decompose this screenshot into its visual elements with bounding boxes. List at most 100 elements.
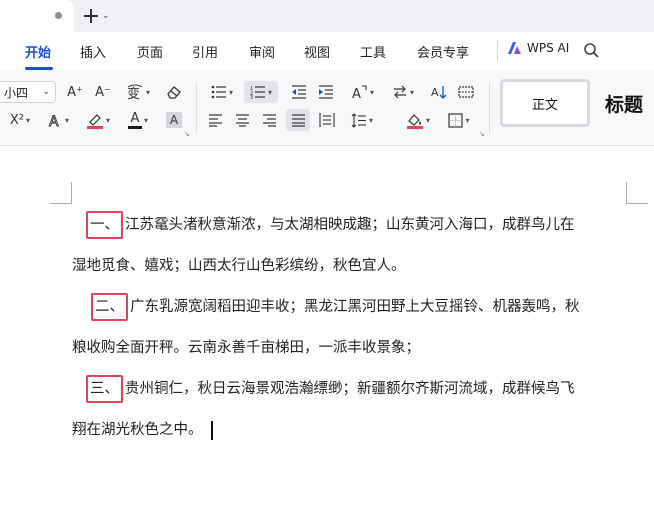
font-size-select[interactable]: 小四 ⌄ bbox=[0, 81, 56, 103]
document-canvas[interactable]: 一、 江苏鼋头渚秋意渐浓，与太湖相映成趣；山东黄河入海口，成群鸟儿在 湿地觅食、嬉… bbox=[0, 146, 654, 524]
menu-member[interactable]: 会员专享 bbox=[417, 42, 469, 61]
menu-references[interactable]: 引用 bbox=[192, 42, 218, 61]
wps-ai-button[interactable]: WPS AI bbox=[507, 41, 569, 55]
border-icon bbox=[448, 112, 464, 128]
paragraph[interactable]: 二、 广东乳源宽阔稻田迎丰收；黑龙江黑河田野上大豆摇铃、机器轰鸣，秋 粮收购全面开… bbox=[72, 287, 632, 369]
grow-font-icon: A⁺ bbox=[67, 84, 83, 100]
unsaved-dot-icon bbox=[55, 12, 62, 19]
grow-font-button[interactable]: A⁺ bbox=[64, 81, 86, 103]
highlighter-icon bbox=[86, 113, 103, 129]
char-shading-button[interactable]: A bbox=[164, 109, 184, 131]
list-number-marker: 二、 bbox=[91, 293, 128, 321]
ribbon-divider bbox=[196, 82, 197, 134]
caret-down-icon: ▾ bbox=[368, 115, 373, 125]
list-number-marker: 一、 bbox=[86, 211, 123, 239]
align-center-button[interactable] bbox=[232, 109, 252, 131]
char-shading-icon: A bbox=[166, 112, 182, 128]
shading-icon bbox=[406, 113, 423, 129]
justify-button[interactable] bbox=[286, 109, 310, 131]
menu-page[interactable]: 页面 bbox=[137, 42, 163, 61]
menu-insert[interactable]: 插入 bbox=[80, 42, 106, 61]
eraser-icon bbox=[167, 86, 181, 99]
borders-button[interactable]: ▾ bbox=[443, 109, 475, 131]
caret-down-icon: ▾ bbox=[26, 115, 31, 125]
numbered-list-icon: 1 2 3 bbox=[250, 86, 265, 99]
align-right-button[interactable] bbox=[259, 109, 279, 131]
menu-bar: 开始 插入 页面 引用 审阅 视图 工具 会员专享 WPS AI bbox=[0, 32, 654, 70]
menu-divider bbox=[497, 41, 498, 61]
style-heading[interactable]: 标题 bbox=[605, 90, 643, 117]
indent-button[interactable] bbox=[315, 81, 337, 103]
style-normal-label: 正文 bbox=[531, 97, 558, 113]
menu-view[interactable]: 视图 bbox=[304, 42, 330, 61]
svg-text:A: A bbox=[49, 114, 59, 128]
table-grid-button[interactable] bbox=[455, 81, 477, 103]
plus-icon bbox=[83, 8, 99, 24]
text-direction-button[interactable]: A ▾ bbox=[346, 81, 378, 103]
menu-review[interactable]: 审阅 bbox=[249, 42, 275, 61]
bullet-list-button[interactable]: ▾ bbox=[207, 81, 237, 103]
paragraph-shading-button[interactable]: ▾ bbox=[402, 109, 434, 131]
text-effect-button[interactable]: A ▾ bbox=[42, 109, 74, 131]
align-left-icon bbox=[208, 113, 222, 127]
superscript-button[interactable]: X² ▾ bbox=[4, 109, 36, 131]
svg-text:3: 3 bbox=[250, 95, 253, 99]
phonetic-guide-icon: 变 bbox=[127, 84, 143, 100]
line-spacing-button[interactable]: ▾ bbox=[346, 109, 378, 131]
new-tab-button[interactable]: ⌄ bbox=[83, 4, 119, 28]
paragraph-line: 三、 贵州铜仁，秋日云海景观浩瀚缥缈；新疆额尔齐斯河流域，成群候鸟飞 bbox=[72, 369, 632, 410]
list-number-marker: 三、 bbox=[86, 375, 123, 403]
justify-icon bbox=[291, 113, 305, 127]
chevron-down-icon: ⌄ bbox=[102, 11, 110, 21]
caret-down-icon: ▾ bbox=[143, 115, 148, 125]
paragraph-text: 翔在湖光秋色之中。 bbox=[72, 422, 203, 438]
numbered-list-button[interactable]: 1 2 3 ▾ bbox=[244, 81, 278, 103]
caret-down-icon: ▾ bbox=[228, 87, 233, 97]
paragraph-line: 湿地觅食、嬉戏；山西太行山色彩缤纷，秋色宜人。 bbox=[72, 258, 406, 274]
highlight-button[interactable]: ▾ bbox=[82, 109, 114, 131]
menu-tools[interactable]: 工具 bbox=[360, 42, 386, 61]
paragraph-dialog-launcher-icon[interactable]: ↘ bbox=[479, 130, 485, 138]
distributed-button[interactable] bbox=[316, 109, 338, 131]
line-spacing-icon bbox=[351, 112, 366, 128]
search-icon[interactable] bbox=[583, 42, 600, 59]
font-color-button[interactable]: A ▾ bbox=[122, 109, 154, 131]
font-size-value: 小四 bbox=[4, 85, 29, 100]
paragraph[interactable]: 一、 江苏鼋头渚秋意渐浓，与太湖相映成趣；山东黄河入海口，成群鸟儿在 湿地觅食、嬉… bbox=[72, 205, 632, 287]
wps-ai-label: WPS AI bbox=[527, 41, 570, 55]
caret-down-icon: ▾ bbox=[105, 115, 110, 125]
line-swap-icon bbox=[393, 85, 406, 99]
chevron-down-icon: ⌄ bbox=[42, 87, 50, 97]
align-center-icon bbox=[235, 113, 249, 127]
svg-text:A: A bbox=[352, 87, 361, 100]
phonetic-guide-button[interactable]: 变 ▾ bbox=[122, 81, 154, 103]
paragraph[interactable]: 三、 贵州铜仁，秋日云海景观浩瀚缥缈；新疆额尔齐斯河流域，成群候鸟飞 翔在湖光秋色… bbox=[72, 369, 632, 451]
style-normal[interactable]: 正文 bbox=[500, 79, 590, 127]
font-dialog-launcher-icon[interactable]: ↘ bbox=[184, 130, 190, 138]
outdent-icon bbox=[292, 85, 306, 99]
paragraph-line: 粮收购全面开秤。云南永善千亩梯田，一派丰收景象； bbox=[72, 340, 420, 356]
text-direction-icon: A bbox=[352, 85, 367, 100]
document-tab[interactable] bbox=[0, 0, 74, 32]
align-right-icon bbox=[262, 113, 276, 127]
sort-button[interactable]: A bbox=[428, 81, 450, 103]
ribbon-divider bbox=[489, 82, 490, 134]
menu-home[interactable]: 开始 bbox=[25, 42, 51, 61]
caret-down-icon: ▾ bbox=[425, 115, 430, 125]
paragraph-line: 一、 江苏鼋头渚秋意渐浓，与太湖相映成趣；山东黄河入海口，成群鸟儿在 bbox=[72, 205, 632, 246]
wps-ai-logo-icon bbox=[508, 42, 521, 54]
align-left-button[interactable] bbox=[205, 109, 225, 131]
outdent-button[interactable] bbox=[288, 81, 310, 103]
paragraph-line: 翔在湖光秋色之中。 bbox=[72, 410, 632, 451]
shrink-font-icon: A⁻ bbox=[95, 84, 111, 100]
caret-down-icon: ▾ bbox=[145, 87, 150, 97]
clear-format-button[interactable] bbox=[163, 81, 185, 103]
indent-icon bbox=[319, 85, 333, 99]
caret-down-icon: ▾ bbox=[369, 87, 374, 97]
sort-icon: A bbox=[431, 86, 447, 99]
page-corner-marker bbox=[50, 182, 72, 204]
svg-text:变: 变 bbox=[127, 86, 140, 100]
shrink-font-button[interactable]: A⁻ bbox=[92, 81, 114, 103]
title-bar: ⌄ bbox=[0, 0, 654, 32]
line-break-button[interactable]: ▾ bbox=[388, 81, 418, 103]
